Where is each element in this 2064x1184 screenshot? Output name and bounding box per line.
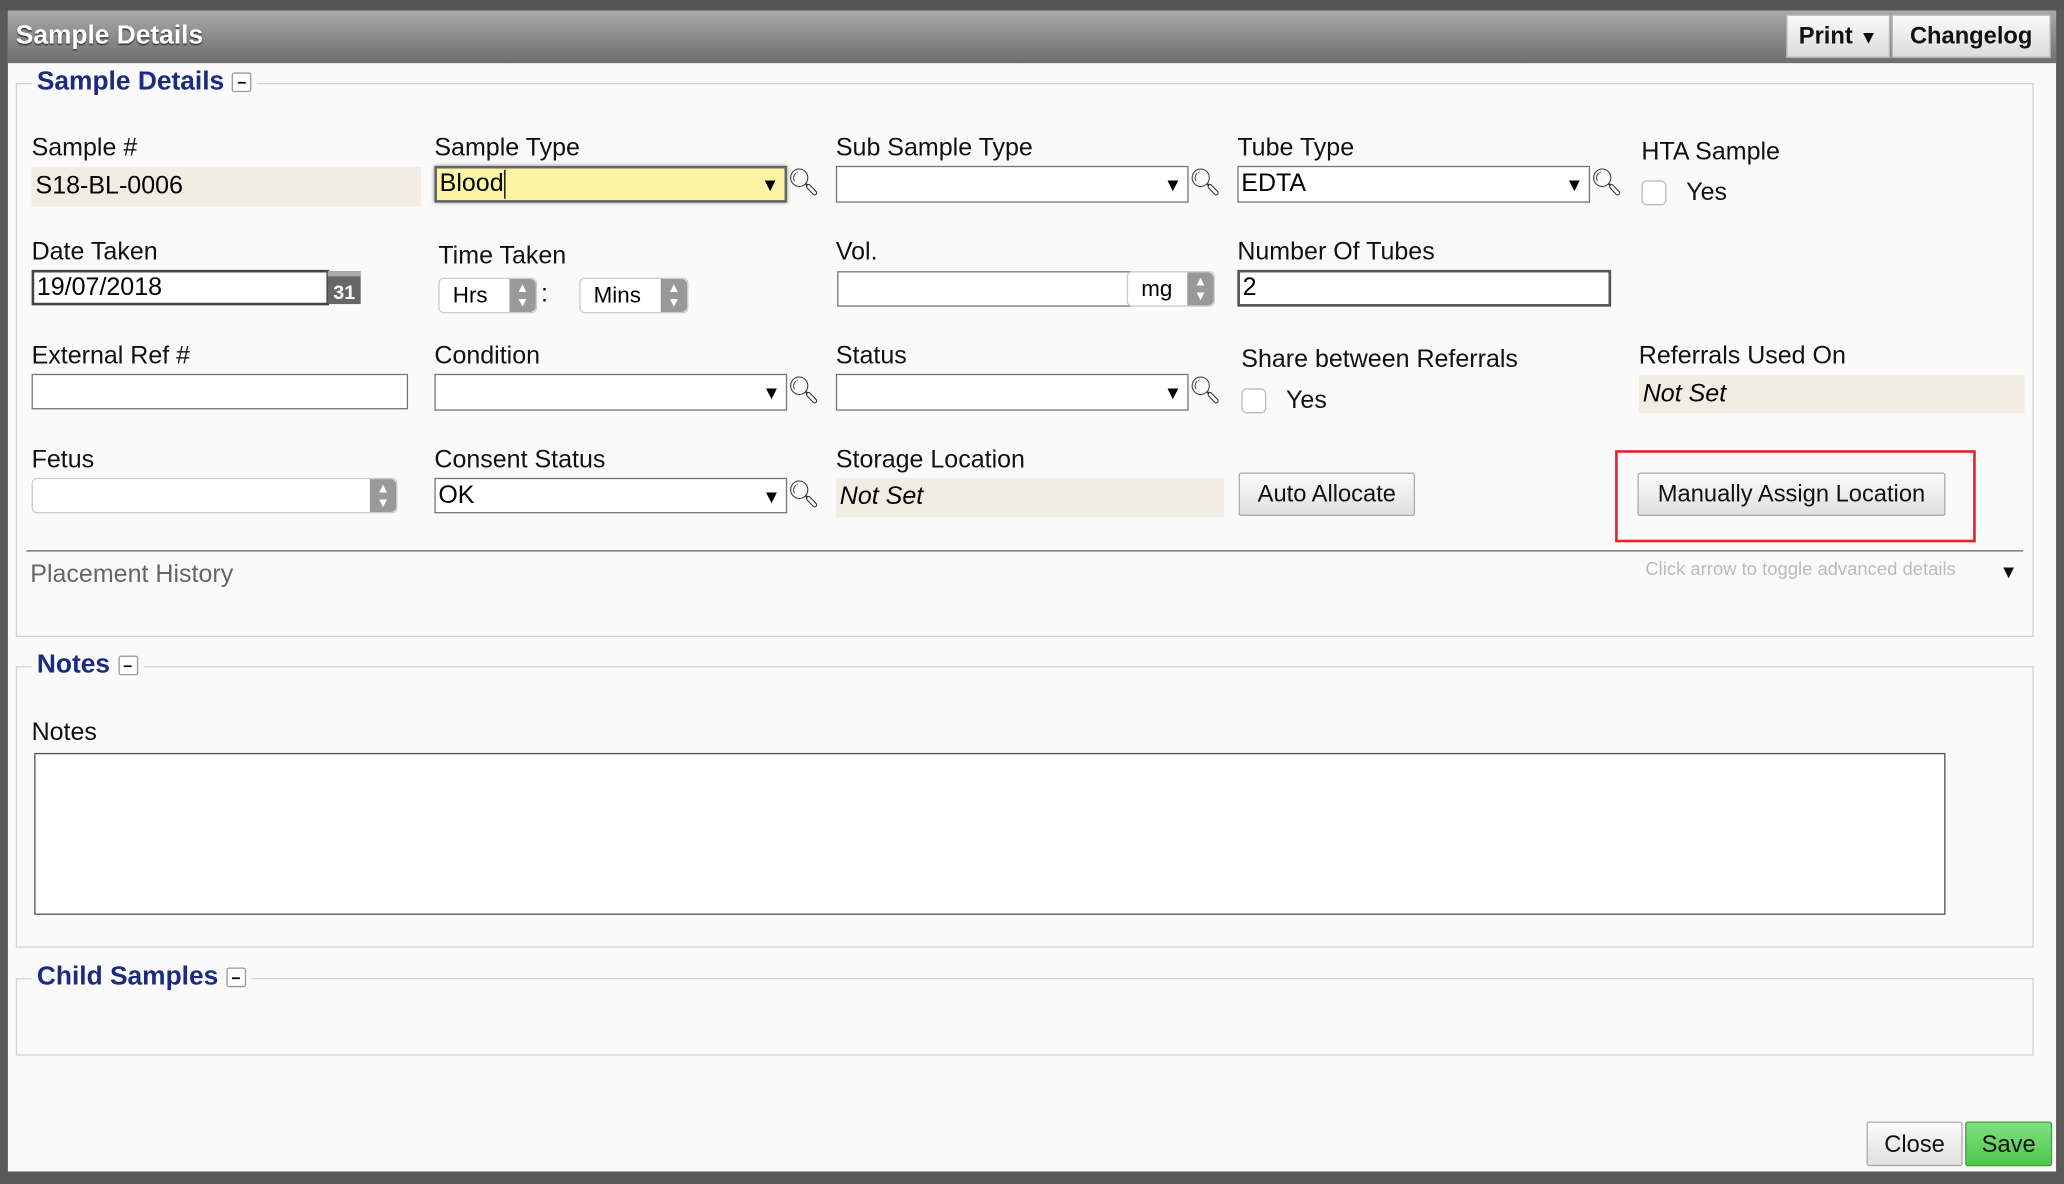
external-ref-label: External Ref # <box>31 342 191 370</box>
vol-unit-select[interactable]: mg ▲ ▼ <box>1126 271 1215 307</box>
notes-legend: Notes − <box>31 650 143 681</box>
fetus-label: Fetus <box>31 446 95 474</box>
search-icon[interactable]: 🔍︎ <box>787 478 820 511</box>
search-icon[interactable]: 🔍︎ <box>787 374 820 407</box>
dropdown-arrow-icon: ▼ <box>761 173 780 195</box>
status-label: Status <box>835 342 907 370</box>
collapse-icon[interactable]: − <box>226 967 246 988</box>
manually-assign-location-button[interactable]: Manually Assign Location <box>1637 472 1946 516</box>
notes-label: Notes <box>31 718 97 747</box>
status-select[interactable]: ▼ <box>835 373 1189 411</box>
share-referrals-checkbox[interactable] <box>1241 388 1267 414</box>
background-table-header <box>0 0 2064 11</box>
referrals-used-on-value: Not Set <box>1638 375 2025 414</box>
minutes-value: Mins <box>593 282 641 308</box>
date-taken-input[interactable]: 19/07/2018 <box>31 269 330 306</box>
dropdown-arrow-icon: ▼ <box>1163 381 1183 403</box>
auto-allocate-button[interactable]: Auto Allocate <box>1238 472 1416 516</box>
tube-type-select[interactable]: EDTA ▼ <box>1237 165 1591 203</box>
notes-textarea[interactable] <box>34 752 1946 915</box>
fetus-select[interactable]: ▲ ▼ <box>31 477 398 514</box>
caret-down-icon: ▼ <box>1859 25 1878 47</box>
dropdown-arrow-icon: ▼ <box>762 381 781 403</box>
number-of-tubes-label: Number Of Tubes <box>1237 238 1435 266</box>
stepper-icon: ▲ ▼ <box>509 279 536 312</box>
stepper-icon: ▲ ▼ <box>660 279 688 312</box>
legend-text: Notes <box>36 650 111 680</box>
search-icon[interactable]: 🔍︎ <box>1189 166 1222 199</box>
tube-type-label: Tube Type <box>1237 134 1355 162</box>
condition-label: Condition <box>434 342 541 370</box>
search-icon[interactable]: 🔍︎ <box>1189 374 1222 407</box>
print-label: Print <box>1798 22 1853 49</box>
legend-text: Sample Details <box>36 67 225 97</box>
share-referrals-label: Share between Referrals <box>1241 346 1518 374</box>
child-samples-legend: Child Samples − <box>31 962 252 993</box>
share-yes-label: Yes <box>1286 386 1327 415</box>
sample-type-select[interactable]: Blood ▼ <box>434 165 788 203</box>
sample-type-value: Blood <box>439 169 505 199</box>
sample-type-label: Sample Type <box>434 134 580 162</box>
save-button[interactable]: Save <box>1965 1121 2053 1167</box>
sample-no-label: Sample # <box>31 134 138 162</box>
external-ref-input[interactable] <box>31 373 409 410</box>
storage-location-label: Storage Location <box>835 446 1025 474</box>
condition-select[interactable]: ▼ <box>434 373 788 411</box>
time-taken-label: Time Taken <box>438 242 567 270</box>
time-separator: : <box>540 280 548 309</box>
dialog-title: Sample Details <box>15 21 204 51</box>
hta-sample-label: HTA Sample <box>1641 138 1780 166</box>
consent-status-value: OK <box>438 481 475 509</box>
dropdown-arrow-icon: ▼ <box>1163 173 1183 195</box>
changelog-button[interactable]: Changelog <box>1891 14 2051 58</box>
toggle-hint: Click arrow to toggle advanced details <box>1645 558 1956 580</box>
child-samples-fieldset <box>15 978 2034 1056</box>
stepper-icon: ▲ ▼ <box>369 479 397 513</box>
print-button[interactable]: Print ▼ <box>1786 14 1891 58</box>
sample-no-value: S18-BL-0006 <box>31 167 422 207</box>
consent-status-select[interactable]: OK ▼ <box>434 477 788 514</box>
sub-sample-type-label: Sub Sample Type <box>835 134 1033 162</box>
close-button[interactable]: Close <box>1866 1121 1963 1167</box>
collapse-icon[interactable]: − <box>232 72 252 93</box>
consent-status-label: Consent Status <box>434 446 606 474</box>
calendar-icon[interactable]: 31 <box>327 271 361 305</box>
placement-history-label: Placement History <box>30 560 234 589</box>
search-icon[interactable]: 🔍︎ <box>787 166 820 199</box>
vol-unit-value: mg <box>1141 275 1173 301</box>
date-taken-label: Date Taken <box>31 238 158 266</box>
toggle-arrow-icon[interactable]: ▼ <box>1999 561 2017 582</box>
vol-input[interactable] <box>837 271 1133 307</box>
tube-type-value: EDTA <box>1241 169 1307 198</box>
divider <box>26 550 2024 552</box>
sample-details-legend: Sample Details − <box>31 67 258 98</box>
number-of-tubes-input[interactable]: 2 <box>1237 269 1612 307</box>
hta-yes-label: Yes <box>1686 179 1727 207</box>
legend-text: Child Samples <box>36 962 219 992</box>
storage-location-value: Not Set <box>835 477 1225 518</box>
hours-select[interactable]: Hrs ▲ ▼ <box>438 277 538 314</box>
vol-label: Vol. <box>835 238 878 266</box>
collapse-icon[interactable]: − <box>117 655 138 676</box>
search-icon[interactable]: 🔍︎ <box>1590 166 1623 199</box>
hours-value: Hrs <box>452 282 488 308</box>
minutes-select[interactable]: Mins ▲ ▼ <box>579 277 689 314</box>
referrals-used-on-label: Referrals Used On <box>1638 342 1846 370</box>
sub-sample-type-select[interactable]: ▼ <box>835 165 1189 203</box>
dropdown-arrow-icon: ▼ <box>762 485 781 507</box>
stepper-icon: ▲ ▼ <box>1187 272 1214 306</box>
hta-sample-checkbox[interactable] <box>1641 180 1667 206</box>
dialog-header <box>7 10 2057 64</box>
dropdown-arrow-icon: ▼ <box>1565 173 1584 195</box>
